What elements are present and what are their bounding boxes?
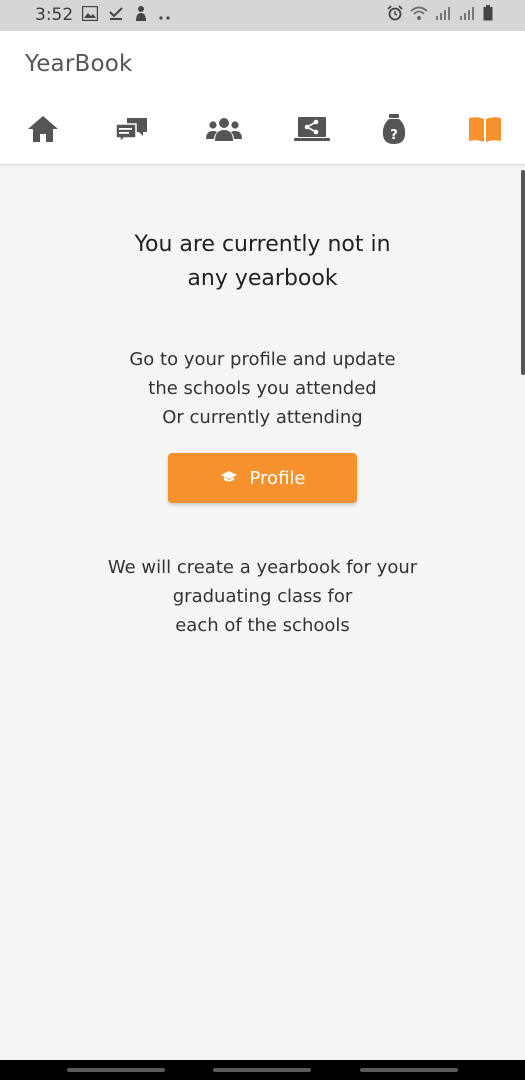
status-bar: 3:52	[0, 0, 525, 31]
instruction-line: Go to your profile and update	[129, 349, 396, 370]
tab-chat[interactable]	[107, 111, 157, 151]
download-done-icon	[108, 5, 124, 25]
info-line: We will create a yearbook for your	[107, 557, 418, 578]
wifi-icon	[409, 5, 429, 25]
share-icon	[292, 114, 332, 148]
status-right-icons	[387, 5, 493, 25]
info-line: graduating class for	[172, 586, 353, 607]
tab-yearbook[interactable]	[460, 111, 510, 151]
question-bag-icon: ?	[381, 113, 407, 149]
tab-bar: ?	[0, 111, 525, 151]
person-icon	[134, 5, 148, 25]
status-left-icons	[81, 5, 172, 25]
chat-icon	[114, 114, 150, 148]
nav-gesture-handle[interactable]	[360, 1068, 458, 1072]
instructions-text: Go to your profile and update the school…	[0, 345, 525, 432]
more-dots-icon	[158, 6, 172, 25]
yearbook-info-text: We will create a yearbook for your gradu…	[0, 553, 525, 640]
nav-gesture-handle[interactable]	[67, 1068, 165, 1072]
instruction-line: Or currently attending	[162, 407, 363, 428]
tab-groups[interactable]	[199, 111, 249, 151]
signal-icon	[459, 5, 477, 25]
tab-question-bag[interactable]: ?	[369, 111, 419, 151]
empty-state-heading: You are currently not in any yearbook	[0, 228, 525, 296]
nav-gesture-handle[interactable]	[213, 1068, 311, 1072]
people-icon	[205, 115, 243, 147]
tab-share[interactable]	[287, 111, 337, 151]
battery-icon	[483, 5, 493, 25]
profile-button-label: Profile	[249, 467, 306, 489]
heading-line: any yearbook	[187, 266, 338, 291]
instruction-line: the schools you attended	[148, 378, 377, 399]
info-line: each of the schools	[175, 615, 350, 636]
book-icon	[467, 115, 503, 147]
app-header: YearBook ?	[0, 31, 525, 165]
svg-text:?: ?	[390, 128, 398, 143]
image-icon	[81, 5, 99, 25]
tab-home[interactable]	[18, 111, 68, 151]
signal-icon	[435, 5, 453, 25]
status-time: 3:52	[35, 5, 74, 25]
alarm-icon	[387, 5, 403, 25]
profile-button[interactable]: Profile	[168, 453, 357, 503]
heading-line: You are currently not in	[134, 232, 391, 257]
graduation-cap-icon	[220, 468, 238, 489]
system-nav-bar	[0, 1060, 525, 1080]
home-icon	[26, 114, 60, 148]
app-title: YearBook	[25, 51, 133, 77]
